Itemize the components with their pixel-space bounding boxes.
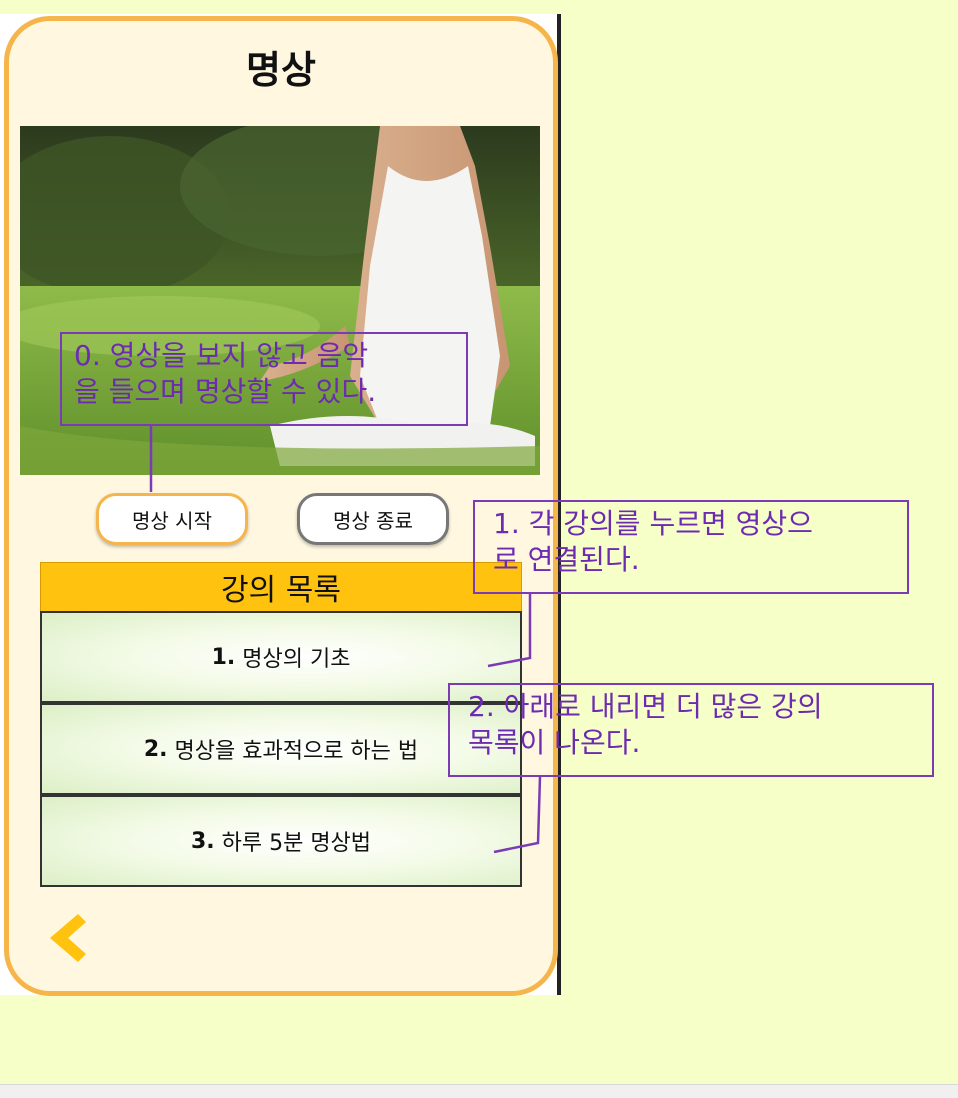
lecture-item-number: 2. — [143, 736, 168, 762]
lecture-list-header: 강의 목록 — [40, 562, 522, 612]
annotation-lecture-tap: 1. 각 강의를 누르면 영상으 로 연결된다. — [473, 500, 909, 594]
start-meditation-button[interactable]: 명상 시작 — [96, 493, 248, 545]
lecture-item-title: 명상의 기초 — [242, 647, 351, 672]
lecture-item-title: 명상을 효과적으로 하는 법 — [174, 739, 419, 764]
page-title: 명상 — [246, 48, 316, 92]
lecture-item-title: 하루 5분 명상법 — [221, 831, 372, 856]
lecture-item-3[interactable]: 3. 하루 5분 명상법 — [40, 795, 522, 887]
bottom-scrollbar-strip — [0, 1084, 958, 1098]
chevron-left-icon[interactable] — [44, 912, 90, 964]
annotation-music-mode: 0. 영상을 보지 않고 음악 을 들으며 명상할 수 있다. — [60, 332, 468, 426]
end-meditation-button[interactable]: 명상 종료 — [297, 493, 449, 545]
annotation-scroll-more: 2. 아래로 내리면 더 많은 강의 목록이 나온다. — [448, 683, 934, 777]
lecture-item-number: 1. — [211, 644, 236, 670]
lecture-item-number: 3. — [190, 828, 215, 854]
